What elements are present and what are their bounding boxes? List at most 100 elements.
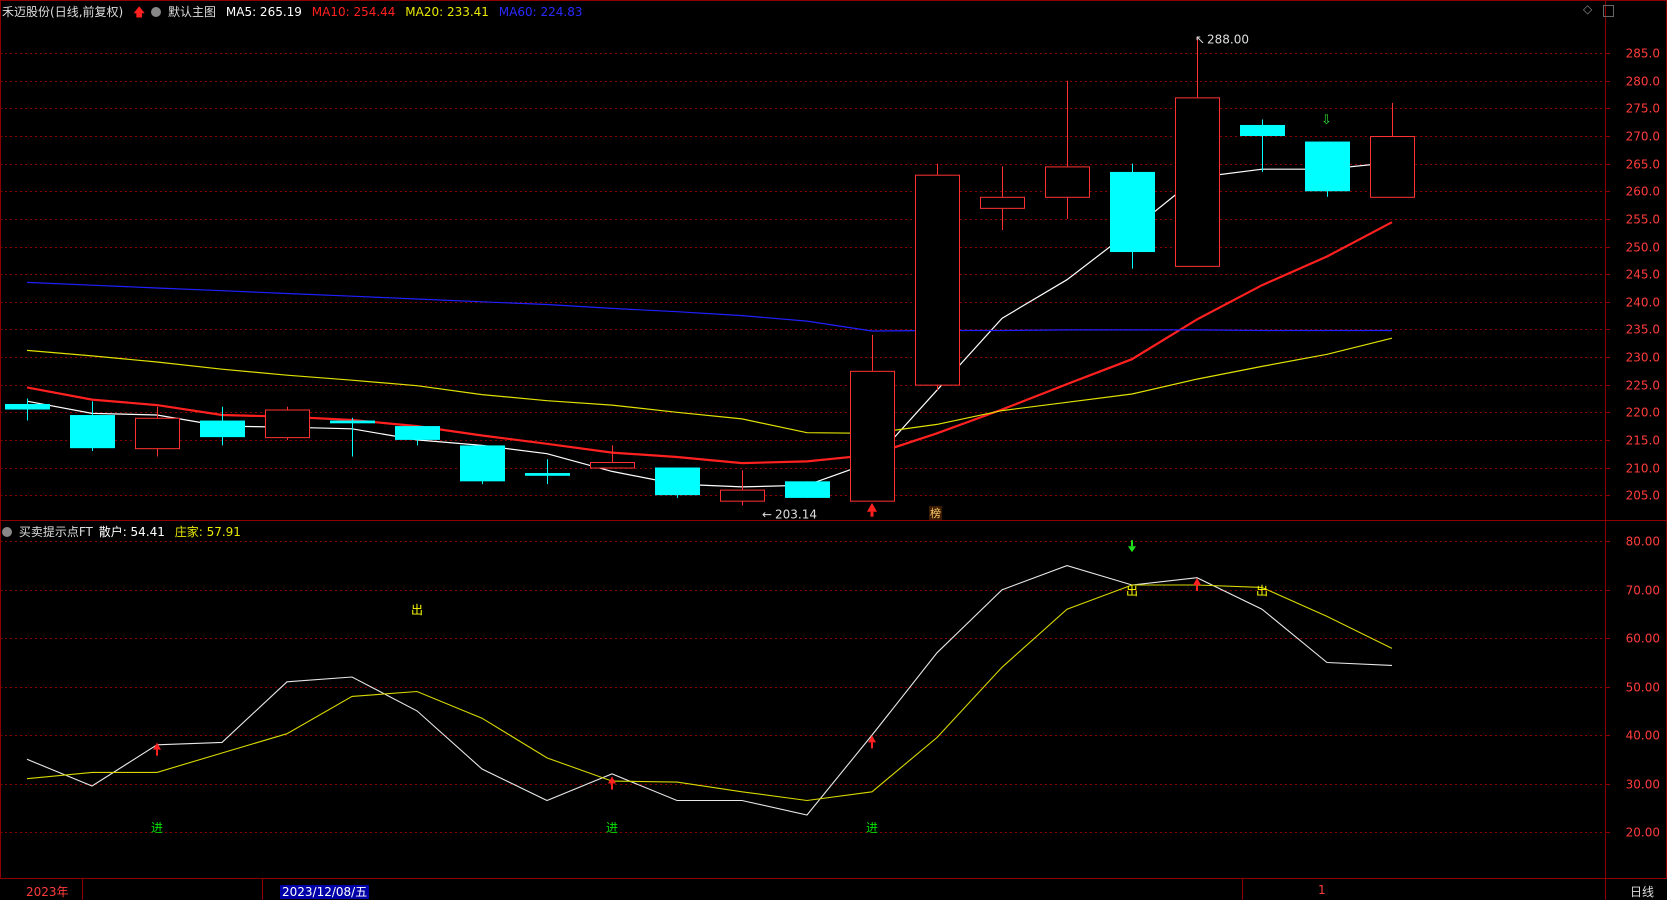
candle bbox=[785, 481, 830, 498]
candle bbox=[330, 417, 375, 457]
stock-chart-canvas[interactable]: 205.0 210.0 215.0 220.0 225.0 230.0 235.0 240.0… bbox=[0, 0, 1667, 900]
buy-arrow-stem bbox=[1196, 584, 1198, 591]
sell-arrow-head bbox=[1128, 546, 1136, 553]
candle-body bbox=[1240, 124, 1285, 137]
candle-body bbox=[655, 467, 700, 496]
rank-badge: 榜 bbox=[930, 506, 941, 520]
candle bbox=[720, 470, 765, 506]
y-axis-label: 235.0 bbox=[1626, 323, 1660, 337]
y-axis-label: 215.0 bbox=[1626, 434, 1660, 448]
y-axis-label: 225.0 bbox=[1626, 379, 1660, 393]
candle-body bbox=[460, 445, 505, 482]
indicator-line-retail bbox=[26, 565, 1393, 816]
candle bbox=[265, 406, 310, 440]
circle-dropdown-icon[interactable] bbox=[2, 527, 12, 537]
candle-body bbox=[785, 481, 830, 498]
y-axis-label: 20.00 bbox=[1626, 826, 1660, 840]
buy-arrow-stem bbox=[156, 749, 158, 756]
up-arrow-icon: 🡅 bbox=[133, 5, 146, 19]
y-axis-label: 270.0 bbox=[1626, 130, 1660, 144]
y-axis-label: 280.0 bbox=[1626, 75, 1660, 89]
low-price-annotation: ← 203.14 bbox=[762, 507, 817, 521]
y-axis-label: 265.0 bbox=[1626, 158, 1660, 172]
ma60-value: MA60: 224.83 bbox=[498, 5, 583, 19]
low-price-label: 203.14 bbox=[775, 507, 817, 521]
sell-signal-text: 出 bbox=[1126, 584, 1138, 598]
candle bbox=[915, 163, 960, 391]
candle-body bbox=[330, 420, 375, 424]
candle bbox=[850, 334, 895, 502]
main-chart-label[interactable]: 默认主图 bbox=[168, 5, 216, 19]
y-axis-label: 210.0 bbox=[1626, 462, 1660, 476]
candle bbox=[1045, 80, 1090, 219]
chart-frame bbox=[0, 0, 1667, 879]
buy-signal-arrow-icon bbox=[867, 502, 877, 512]
sell-signal-text: 出 bbox=[1256, 584, 1268, 598]
candle-body bbox=[980, 196, 1025, 209]
indicator-header: 买卖提示点FT 散户: 54.41 庄家: 57.91 bbox=[2, 523, 247, 540]
sell-hint-arrow-icon: ⇩ bbox=[1321, 113, 1332, 128]
candle-body bbox=[1305, 141, 1350, 192]
candle bbox=[1305, 141, 1350, 197]
y-axis-label: 260.0 bbox=[1626, 185, 1660, 199]
y-axis-label: 245.0 bbox=[1626, 268, 1660, 282]
retail-value: 散户: 54.41 bbox=[98, 525, 165, 539]
indicator-name[interactable]: 买卖提示点FT bbox=[19, 525, 93, 539]
candle bbox=[70, 401, 115, 451]
y-axis-label: 285.0 bbox=[1626, 47, 1660, 61]
candle-body bbox=[915, 174, 960, 386]
ma-line-ma60 bbox=[26, 281, 1392, 332]
y-axis-label: 60.00 bbox=[1626, 632, 1660, 646]
y-axis-label: 230.0 bbox=[1626, 351, 1660, 365]
y-axis-label: 250.0 bbox=[1626, 241, 1660, 255]
current-date: 2023/12/08/五 bbox=[280, 883, 375, 900]
sell-arrow-icon bbox=[1128, 540, 1136, 553]
candle-body bbox=[1370, 136, 1415, 198]
buy-signal-text: 进 bbox=[606, 821, 618, 835]
stock-name[interactable]: 禾迈股份 bbox=[2, 5, 50, 19]
candle-body bbox=[850, 370, 895, 502]
candle-body bbox=[5, 403, 50, 410]
candle-body bbox=[1045, 166, 1090, 198]
buy-signal-arrow-stem bbox=[870, 511, 874, 517]
candle-body bbox=[720, 489, 765, 502]
current-date-text: 2023/12/08/五 bbox=[280, 885, 370, 899]
high-price-label: 288.00 bbox=[1207, 33, 1249, 47]
ma20-value: MA20: 233.41 bbox=[405, 5, 489, 19]
candle-body bbox=[395, 426, 440, 440]
buy-arrow-stem bbox=[611, 783, 613, 790]
candle bbox=[590, 445, 635, 469]
circle-dropdown-icon[interactable] bbox=[151, 7, 162, 17]
banker-value: 庄家: 57.91 bbox=[174, 525, 241, 539]
y-axis-label: 275.0 bbox=[1626, 102, 1660, 116]
diamond-icon[interactable]: ◇ bbox=[1583, 2, 1592, 16]
main-chart-header: 禾迈股份(日线,前复权) 🡅 默认主图 MA5: 265.19 MA10: 25… bbox=[2, 3, 588, 24]
high-price-annotation: ↖ 288.00 bbox=[1195, 33, 1249, 47]
y-axis-label: 40.00 bbox=[1626, 729, 1660, 743]
y-axis-label: 220.0 bbox=[1626, 406, 1660, 420]
high-price-arrow: ↖ bbox=[1195, 33, 1205, 47]
ma5-value: MA5: 265.19 bbox=[225, 5, 302, 19]
candle-body bbox=[135, 417, 180, 450]
year-label: 2023年 bbox=[26, 885, 69, 899]
ma10-value: MA10: 254.44 bbox=[311, 5, 396, 19]
candle bbox=[1175, 36, 1220, 267]
candle-body bbox=[70, 415, 115, 449]
candle-body bbox=[200, 420, 245, 438]
low-price-arrow: ← bbox=[762, 507, 772, 521]
month-mark: 1 bbox=[1318, 883, 1326, 897]
candle-body bbox=[525, 473, 570, 476]
sell-arrow-stem bbox=[1131, 540, 1133, 547]
y-axis-label: 80.00 bbox=[1626, 535, 1660, 549]
y-axis-label: 240.0 bbox=[1626, 296, 1660, 310]
candle bbox=[655, 467, 700, 498]
buy-signal-text: 进 bbox=[151, 821, 163, 835]
window-toggle-icon[interactable] bbox=[1603, 5, 1614, 17]
candle bbox=[525, 459, 570, 485]
buy-arrow-icon bbox=[868, 735, 876, 749]
candle-body bbox=[1175, 97, 1220, 267]
y-axis-label: 255.0 bbox=[1626, 213, 1660, 227]
period-button[interactable]: 日线 bbox=[1630, 883, 1654, 900]
buy-arrow-icon bbox=[1193, 577, 1201, 591]
y-axis-label: 50.00 bbox=[1626, 681, 1660, 695]
